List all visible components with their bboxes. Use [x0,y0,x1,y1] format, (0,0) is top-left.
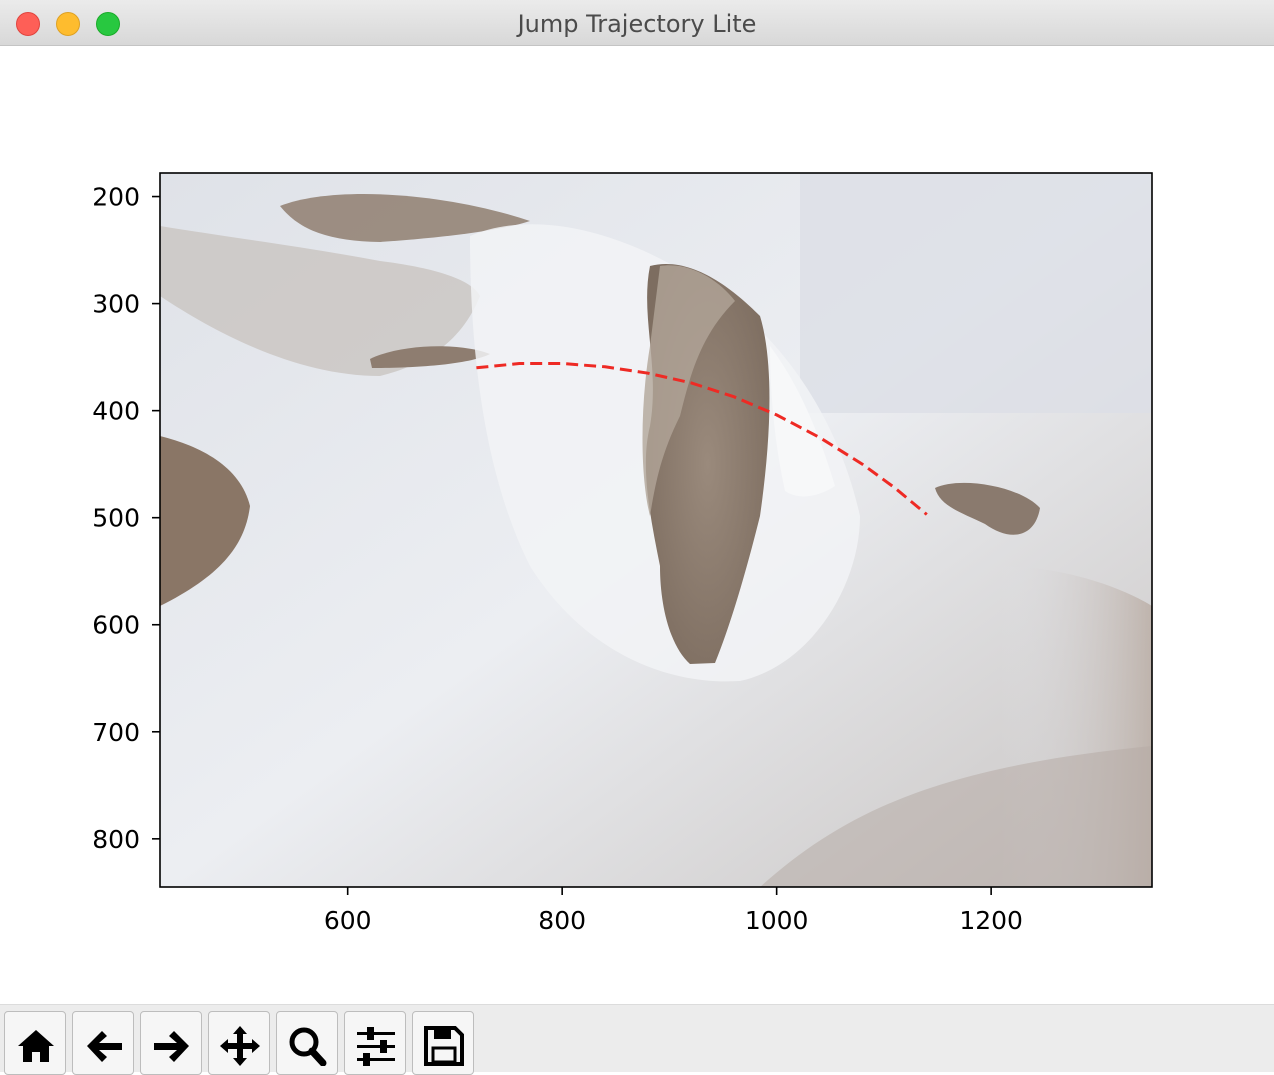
x-tick-label: 800 [538,906,586,935]
y-tick-label: 200 [92,183,140,212]
home-button[interactable] [4,1011,66,1075]
y-tick-label: 700 [92,718,140,747]
y-tick-label: 600 [92,611,140,640]
forward-button[interactable] [140,1011,202,1075]
y-tick-label: 300 [92,290,140,319]
y-axis: 200 300 400 500 600 700 800 [92,183,160,854]
back-button[interactable] [72,1011,134,1075]
x-tick-label: 1000 [745,906,809,935]
x-tick-label: 600 [324,906,372,935]
pan-button[interactable] [208,1011,270,1075]
y-tick-label: 800 [92,825,140,854]
y-tick-label: 400 [92,397,140,426]
window-title: Jump Trajectory Lite [517,10,757,38]
sliders-icon [357,1027,395,1066]
navigation-toolbar [0,1004,1274,1075]
save-button[interactable] [412,1011,474,1075]
figure-canvas: 600 800 1000 1200 200 300 400 500 600 700 800 [0,46,1274,1004]
zoom-button[interactable] [276,1011,338,1075]
y-tick-label: 500 [92,504,140,533]
background-photo [160,173,1152,887]
configure-subplots-button[interactable] [344,1011,406,1075]
magnifier-icon [289,1027,327,1066]
floppy-disk-icon [424,1026,464,1066]
x-axis: 600 800 1000 1200 [324,887,1023,935]
x-tick-label: 1200 [959,906,1023,935]
window-titlebar: Jump Trajectory Lite [0,0,1274,46]
arrow-left-icon [87,1031,122,1062]
plot-svg: 600 800 1000 1200 200 300 400 500 600 700 800 [92,172,1153,935]
home-icon [18,1030,54,1062]
move-icon [220,1026,260,1066]
arrow-right-icon [154,1031,189,1062]
